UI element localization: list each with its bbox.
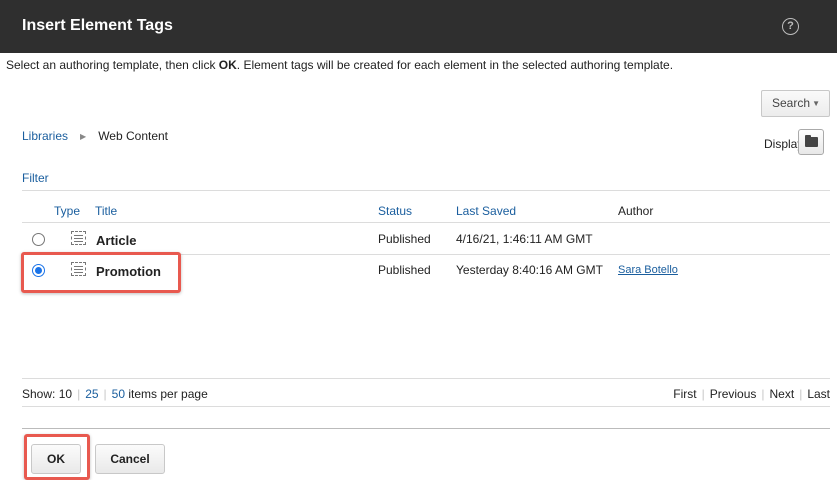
pagination: First | Previous | Next | Last: [673, 387, 830, 401]
pager-first[interactable]: First: [673, 387, 696, 401]
row-title[interactable]: Article: [96, 233, 136, 248]
column-header-type[interactable]: Type: [54, 204, 80, 218]
breadcrumb-separator-icon: ▶: [80, 132, 87, 141]
chevron-down-icon: ▼: [812, 99, 820, 108]
column-header-title[interactable]: Title: [95, 204, 117, 218]
search-button[interactable]: Search ▼: [761, 90, 830, 117]
divider: [22, 406, 830, 407]
instructions-ok: OK: [218, 58, 237, 72]
divider: [22, 190, 830, 191]
dialog-title: Insert Element Tags: [22, 17, 173, 34]
divider: [22, 378, 830, 379]
breadcrumb: Libraries ▶ Web Content: [22, 129, 168, 143]
display-mode-button[interactable]: [798, 129, 824, 155]
show-label: Show:: [22, 387, 56, 401]
ok-button-highlight: [24, 434, 90, 480]
cancel-button[interactable]: Cancel: [95, 444, 165, 474]
page-size-selector: Show: 10 | 25 | 50 items per page: [22, 387, 208, 401]
instructions-post: . Element tags will be created for each …: [236, 58, 674, 72]
column-header-status[interactable]: Status: [378, 204, 412, 218]
breadcrumb-current: Web Content: [98, 129, 169, 143]
dialog-titlebar: Insert Element Tags ?: [0, 0, 837, 53]
row-status: Published: [378, 232, 431, 246]
row-author-link[interactable]: Sara Botello: [618, 264, 678, 276]
footer-divider: [22, 428, 830, 429]
page-size-50[interactable]: 50: [112, 387, 125, 401]
pager-last[interactable]: Last: [807, 387, 830, 401]
row-last-saved: Yesterday 8:40:16 AM GMT: [456, 263, 603, 277]
page-size-25[interactable]: 25: [85, 387, 98, 401]
pager-next[interactable]: Next: [770, 387, 795, 401]
pager-previous[interactable]: Previous: [710, 387, 757, 401]
selection-highlight: [21, 252, 181, 293]
breadcrumb-libraries[interactable]: Libraries: [22, 129, 68, 143]
row-status: Published: [378, 263, 431, 277]
search-button-label: Search: [772, 96, 811, 110]
divider: [22, 222, 830, 223]
row-last-saved: 4/16/21, 1:46:11 AM GMT: [456, 232, 593, 246]
instructions-text: Select an authoring template, then click…: [6, 58, 673, 72]
items-per-page-label: items per page: [128, 387, 208, 401]
authoring-template-icon: [71, 231, 86, 245]
page-size-10: 10: [58, 387, 73, 401]
column-header-last-saved[interactable]: Last Saved: [456, 204, 516, 218]
folder-icon: [805, 135, 818, 147]
row-radio-article[interactable]: [32, 233, 45, 246]
instructions-pre: Select an authoring template, then click: [6, 58, 219, 72]
filter-link[interactable]: Filter: [22, 171, 49, 185]
column-header-author: Author: [618, 204, 654, 218]
help-icon[interactable]: ?: [782, 18, 799, 35]
